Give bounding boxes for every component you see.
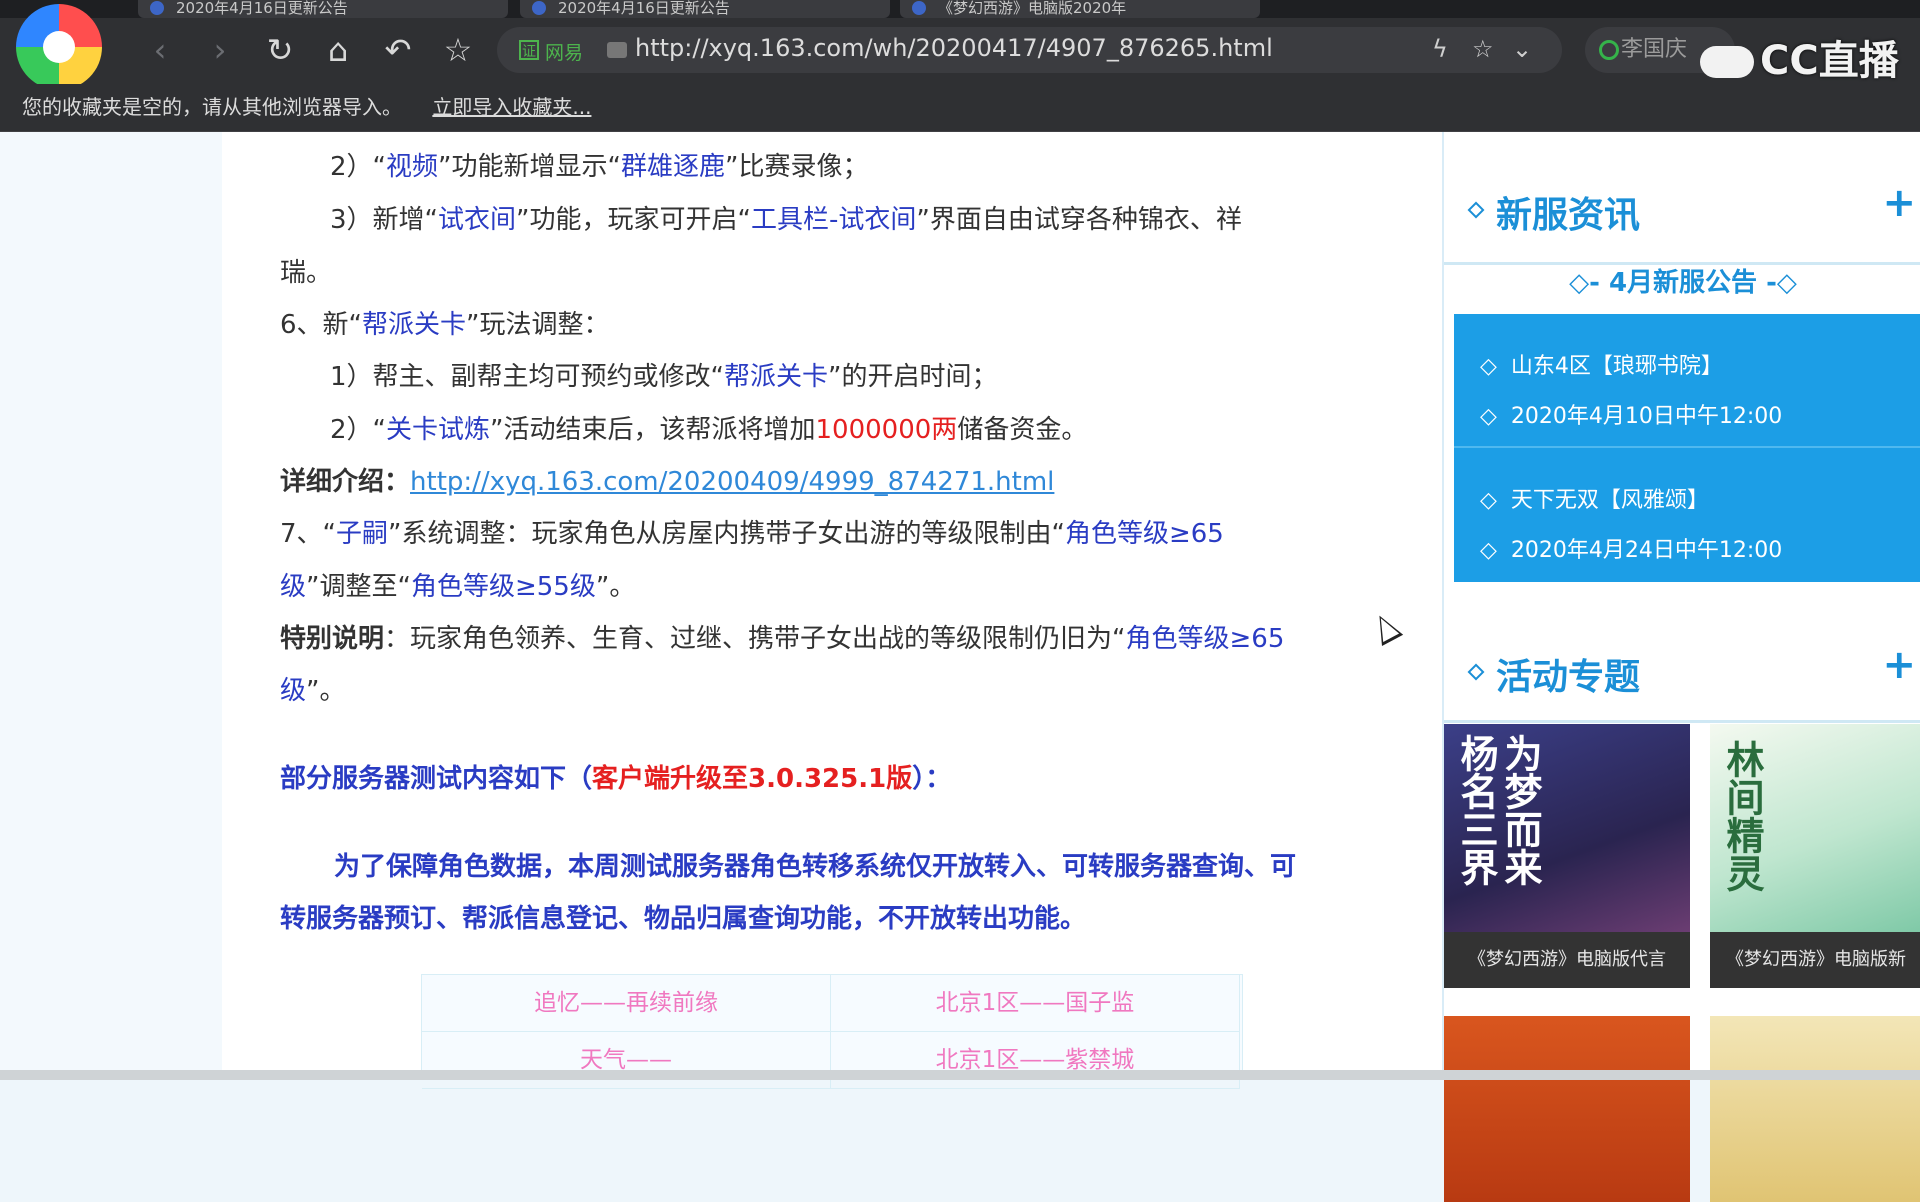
keyword-guild-stage: 帮派关卡 xyxy=(362,310,467,340)
keyword-level-55: 角色等级≥55级 xyxy=(410,572,596,602)
article-line-heir-cont: 级”调整至“角色等级≥55级”。 xyxy=(280,572,636,602)
bookmarks-empty-text: 您的收藏夹是空的，请从其他浏览器导入。 xyxy=(22,95,402,119)
server-table: 追忆——再续前缘 北京1区——国子监 天气—— 北京1区——紫禁城 xyxy=(421,974,1243,1089)
certificate-icon[interactable]: 证 xyxy=(519,40,539,60)
notice-divider xyxy=(1454,446,1920,448)
article-line-guild-stage: 6、新“帮派关卡”玩法调整： xyxy=(280,310,610,340)
address-bar[interactable]: 证 网易 http://xyq.163.com/wh/20200417/4907… xyxy=(497,27,1562,73)
browser-tab-2[interactable]: 2020年4月16日更新公告 xyxy=(520,0,890,18)
tab-title: 2020年4月16日更新公告 xyxy=(176,0,348,17)
news-more-button[interactable]: + xyxy=(1882,180,1916,226)
cc-cloud-logo-icon xyxy=(1700,46,1754,78)
lightning-icon[interactable]: ϟ xyxy=(1432,35,1448,63)
tab-favicon-icon xyxy=(912,1,926,15)
keyword-heir: 子嗣 xyxy=(336,519,389,549)
horizontal-scrollbar[interactable] xyxy=(0,1070,1920,1080)
favorite-star-icon[interactable]: ☆ xyxy=(1472,35,1494,63)
article-line-trial: 2）“关卡试炼”活动结束后，该帮派将增加1000000两储备资金。 xyxy=(330,415,1088,445)
topic-image: 为梦而来 杨名三界 xyxy=(1444,724,1690,932)
keyword-level-65: 角色等级≥65 xyxy=(1125,624,1285,654)
article-line-fitting-room: 3）新增“试衣间”功能，玩家可开启“工具栏-试衣间”界面自由试穿各种锦衣、祥 xyxy=(330,205,1242,235)
browser-tab-1[interactable]: 2020年4月16日更新公告 xyxy=(138,0,508,18)
browser-logo-icon[interactable] xyxy=(16,4,102,90)
tab-favicon-icon xyxy=(532,1,546,15)
article-line-video: 2）“视频”功能新增显示“群雄逐鹿”比赛录像； xyxy=(330,152,869,182)
topics-more-button[interactable]: + xyxy=(1882,642,1916,688)
keyword-qunxiong: 群雄逐鹿 xyxy=(620,152,725,182)
bookmarks-bar: 您的收藏夹是空的，请从其他浏览器导入。 立即导入收藏夹... xyxy=(0,84,1920,132)
table-cell: 北京1区——紫禁城 xyxy=(831,1032,1240,1089)
new-server-notice: 山东4区【琅琊书院】 2020年4月10日中午12:00 天下无双【风雅颂】 2… xyxy=(1454,314,1920,582)
topic-thumbnail[interactable] xyxy=(1444,1016,1690,1202)
diamond-icon xyxy=(1467,663,1485,681)
topic-thumbnail[interactable]: 为梦而来 杨名三界 《梦幻西游》电脑版代言 xyxy=(1444,724,1690,988)
keyword-trial: 关卡试炼 xyxy=(386,415,491,445)
article-line-transfer: 为了保障角色数据，本周测试服务器角色转移系统仅开放转入、可转服务器查询、可 xyxy=(334,852,1297,882)
site-verified-label: 网易 xyxy=(545,42,584,64)
sidebar: 新服资讯 + ◇- 4月新服公告 -◇ 山东4区【琅琊书院】 2020年4月10… xyxy=(1442,132,1920,1202)
reload-button[interactable]: ↻ xyxy=(260,30,300,70)
back-button[interactable]: ‹ xyxy=(140,30,180,70)
topic-art-text: 林间精灵 xyxy=(1720,740,1764,892)
topic-thumbnail[interactable] xyxy=(1710,1016,1920,1202)
chevron-down-icon[interactable]: ⌄ xyxy=(1512,35,1532,63)
tab-favicon-icon xyxy=(150,1,164,15)
watermark-brand: CC直播 xyxy=(1760,38,1899,84)
article-line-heir: 7、“子嗣”系统调整：玩家角色从房屋内携带子女出游的等级限制由“角色等级≥65 xyxy=(280,519,1224,549)
undo-close-tab-button[interactable]: ↶ xyxy=(378,30,418,70)
bookmark-star-button[interactable]: ☆ xyxy=(438,30,478,70)
server-name[interactable]: 山东4区【琅琊书院】 xyxy=(1480,348,1723,380)
keyword-fitting-room: 试衣间 xyxy=(438,205,517,235)
keyword-level-65: 角色等级≥65 xyxy=(1064,519,1224,549)
import-bookmarks-link[interactable]: 立即导入收藏夹... xyxy=(432,95,591,119)
topic-caption: 《梦幻西游》电脑版新 xyxy=(1710,932,1920,988)
detail-link[interactable]: http://xyq.163.com/20200409/4999_874271.… xyxy=(410,467,1054,497)
server-name[interactable]: 天下无双【风雅颂】 xyxy=(1480,482,1709,514)
browser-tab-3[interactable]: 《梦幻西游》电脑版2020年 xyxy=(900,0,1260,18)
article-line-test-servers: 部分服务器测试内容如下（客户端升级至3.0.325.1版）： xyxy=(280,764,952,794)
tab-title: 《梦幻西游》电脑版2020年 xyxy=(938,0,1127,17)
topic-image: 林间精灵 xyxy=(1710,724,1920,932)
server-open-time: 2020年4月10日中午12:00 xyxy=(1480,398,1782,430)
server-open-time: 2020年4月24日中午12:00 xyxy=(1480,532,1782,564)
topics-section-title: 活动专题 xyxy=(1496,657,1641,698)
reward-amount: 1000000两 xyxy=(815,415,958,445)
article-line-special-cont: 级”。 xyxy=(280,676,346,706)
topics-section-header: 活动专题 + xyxy=(1444,590,1920,723)
client-version: 客户端升级至3.0.325.1版 xyxy=(592,764,913,794)
url-text[interactable]: http://xyq.163.com/wh/20200417/4907_8762… xyxy=(635,34,1273,62)
article-line-guild-leader: 1）帮主、副帮主均可预约或修改“帮派关卡”的开启时间； xyxy=(330,362,998,392)
table-cell: 北京1区——国子监 xyxy=(831,975,1240,1032)
search-icon xyxy=(1599,40,1619,60)
article-line-transfer-cont: 转服务器预订、帮派信息登记、物品归属查询功能，不开放转出功能。 xyxy=(280,904,1087,934)
article-line-special: 特别说明：玩家角色领养、生育、过继、携带子女出战的等级限制仍旧为“角色等级≥65 xyxy=(280,624,1285,654)
forward-button[interactable]: › xyxy=(200,30,240,70)
table-cell: 天气—— xyxy=(422,1032,831,1089)
diamond-icon xyxy=(1467,201,1485,219)
article-content: 2）“视频”功能新增显示“群雄逐鹿”比赛录像； 3）新增“试衣间”功能，玩家可开… xyxy=(222,132,1442,1070)
site-favicon-icon xyxy=(607,42,627,58)
article-line-detail: 详细介绍：http://xyq.163.com/20200409/4999_87… xyxy=(280,461,1054,498)
search-placeholder: 李国庆 xyxy=(1621,37,1688,62)
home-button[interactable]: ⌂ xyxy=(318,30,358,70)
topic-art-text: 为梦而来 杨名三界 xyxy=(1454,734,1542,886)
table-cell: 追忆——再续前缘 xyxy=(422,975,831,1032)
keyword-video: 视频 xyxy=(386,152,439,182)
keyword-guild-stage: 帮派关卡 xyxy=(724,362,829,392)
news-section-title: 新服资讯 xyxy=(1496,195,1641,236)
news-section-header: 新服资讯 + xyxy=(1444,158,1920,265)
topic-caption: 《梦幻西游》电脑版代言 xyxy=(1444,932,1690,988)
detail-label: 详细介绍： xyxy=(280,467,411,497)
article-line-fitting-room-cont: 瑞。 xyxy=(280,258,333,288)
topic-thumbnail[interactable]: 林间精灵 《梦幻西游》电脑版新 xyxy=(1710,724,1920,988)
browser-toolbar: ‹ › ↻ ⌂ ↶ ☆ 证 网易 http://xyq.163.com/wh/2… xyxy=(0,4,1920,90)
notice-title: ◇- 4月新服公告 -◇ xyxy=(1569,268,1797,298)
keyword-toolbar-fitting: 工具栏-试衣间 xyxy=(750,205,917,235)
special-note-label: 特别说明 xyxy=(280,624,385,654)
tab-title: 2020年4月16日更新公告 xyxy=(558,0,730,17)
